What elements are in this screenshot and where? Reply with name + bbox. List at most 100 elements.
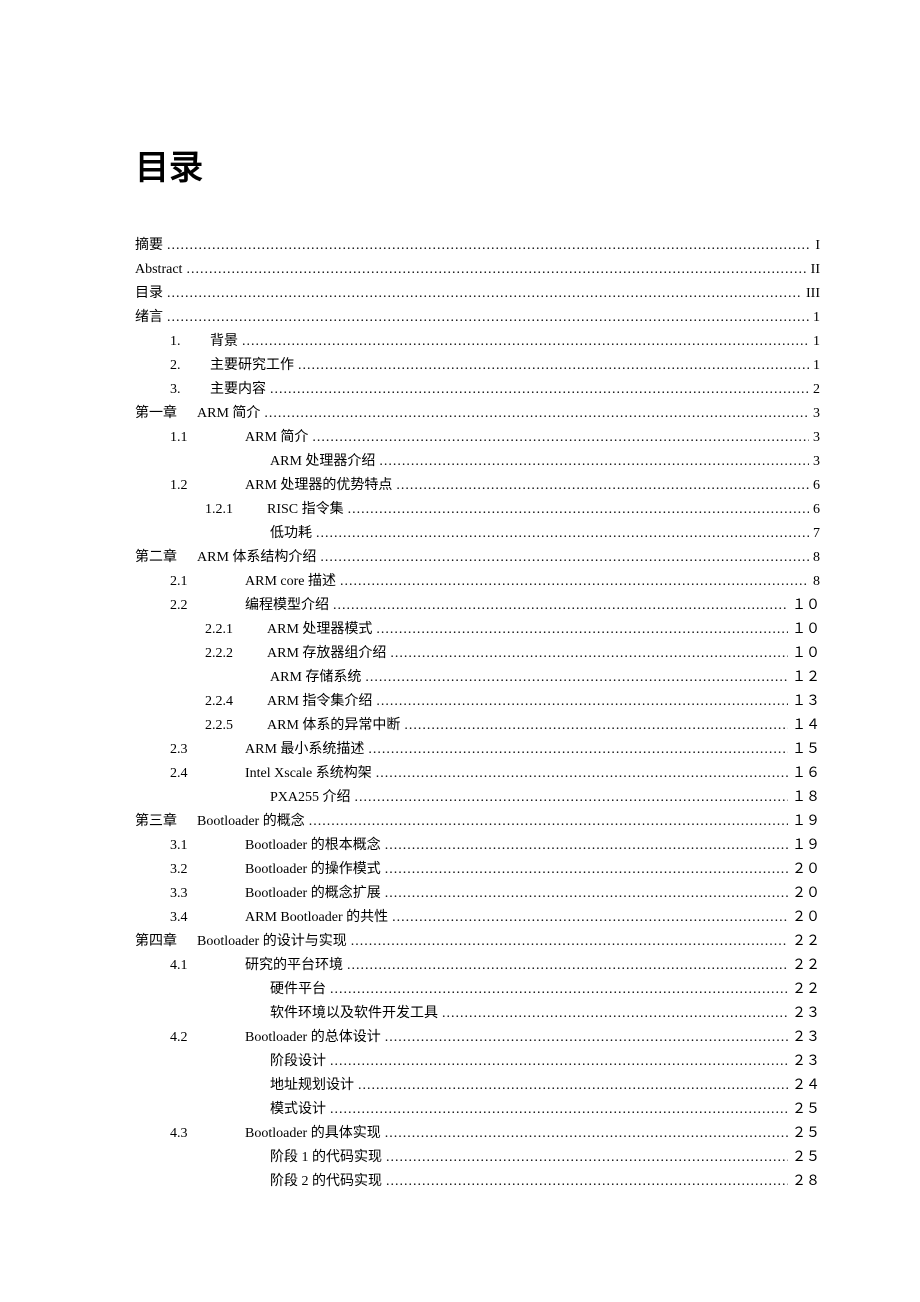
toc-leader-dots: [312, 426, 809, 450]
toc-number: 2.2: [170, 594, 245, 618]
toc-text: 摘要: [135, 238, 163, 253]
toc-entry: 2.2.4ARM 指令集介绍１３: [135, 690, 820, 714]
toc-leader-dots: [298, 354, 809, 378]
toc-number: 第二章: [135, 546, 197, 570]
toc-text: 研究的平台环境: [245, 958, 343, 973]
toc-text: 目录: [135, 286, 163, 301]
toc-entry: Abstract II: [135, 258, 820, 282]
toc-label: 软件环境以及软件开发工具: [270, 1002, 442, 1026]
toc-page-number: 7: [809, 522, 820, 546]
toc-label: 3.2Bootloader 的操作模式: [170, 858, 385, 882]
toc-page-number: I: [811, 234, 820, 258]
toc-entry: 3.2Bootloader 的操作模式 ２０: [135, 858, 820, 882]
toc-number: 3.3: [170, 882, 245, 906]
toc-entry: 第二章ARM 体系结构介绍 8: [135, 546, 820, 570]
toc-page-number: 8: [809, 546, 820, 570]
toc-entry: 4.2Bootloader 的总体设计２３: [135, 1026, 820, 1050]
toc-label: 1.背景: [170, 330, 242, 354]
toc-page-number: II: [807, 258, 820, 282]
toc-leader-dots: [270, 378, 809, 402]
toc-entry: 4.1研究的平台环境２２: [135, 954, 820, 978]
toc-label: 2.2.2ARM 存放器组介绍: [205, 642, 390, 666]
toc-entry: 阶段设计２３: [135, 1050, 820, 1074]
toc-number: 4.1: [170, 954, 245, 978]
toc-leader-dots: [376, 762, 788, 786]
toc-label: 1.2.1RISC 指令集: [205, 498, 348, 522]
toc-page-number: １３: [788, 690, 820, 714]
toc-text: ARM 最小系统描述: [245, 742, 364, 757]
toc-number: 2.1: [170, 570, 245, 594]
toc-text: 编程模型介绍: [245, 598, 329, 613]
toc-entry: 2.2编程模型介绍１０: [135, 594, 820, 618]
toc-label: 硬件平台: [270, 978, 330, 1002]
toc-number: 2.2.2: [205, 642, 267, 666]
toc-leader-dots: [167, 306, 809, 330]
toc-page-number: 8: [809, 570, 820, 594]
toc-entry: 1.2ARM 处理器的优势特点 6: [135, 474, 820, 498]
toc-entry: 地址规划设计２４: [135, 1074, 820, 1098]
toc-label: 2.3ARM 最小系统描述: [170, 738, 368, 762]
toc-page-number: ２５: [788, 1122, 820, 1146]
toc-entry: 阶段 1 的代码实现２５: [135, 1146, 820, 1170]
toc-leader-dots: [355, 786, 788, 810]
toc-text: 阶段 1 的代码实现: [270, 1150, 382, 1165]
toc-number: 3.4: [170, 906, 245, 930]
toc-number: 2.2.4: [205, 690, 267, 714]
toc-label: 第二章ARM 体系结构介绍: [135, 546, 320, 570]
toc-leader-dots: [385, 882, 788, 906]
toc-text: ARM 简介: [197, 406, 260, 421]
toc-leader-dots: [167, 282, 802, 306]
toc-page-number: ２０: [788, 858, 820, 882]
toc-leader-dots: [320, 546, 809, 570]
page-title: 目录: [135, 140, 820, 189]
toc-number: 第三章: [135, 810, 197, 834]
toc-label: 2.1ARM core 描述: [170, 570, 340, 594]
toc-number: 1.2.1: [205, 498, 267, 522]
toc-page-number: １５: [788, 738, 820, 762]
toc-number: 4.3: [170, 1122, 245, 1146]
toc-entry: 摘要 I: [135, 234, 820, 258]
toc-text: Bootloader 的概念扩展: [245, 886, 381, 901]
toc-page-number: １０: [788, 642, 820, 666]
toc-leader-dots: [376, 690, 788, 714]
toc-label: 阶段 2 的代码实现: [270, 1170, 386, 1194]
toc-label: Abstract: [135, 258, 186, 282]
toc-leader-dots: [404, 714, 788, 738]
toc-page-number: １８: [788, 786, 820, 810]
toc-page-number: １９: [788, 810, 820, 834]
toc-number: 1.1: [170, 426, 245, 450]
toc-entry: 目录III: [135, 282, 820, 306]
toc-text: ARM 处理器介绍: [270, 454, 375, 469]
toc-entry: 绪言1: [135, 306, 820, 330]
toc-entry: 阶段 2 的代码实现２８: [135, 1170, 820, 1194]
toc-entry: 3.4ARM Bootloader 的共性２０: [135, 906, 820, 930]
toc-page-number: 1: [809, 354, 820, 378]
toc-number: 3.1: [170, 834, 245, 858]
toc-label: 3.主要内容: [170, 378, 270, 402]
toc-text: 地址规划设计: [270, 1078, 354, 1093]
toc-number: 3.2: [170, 858, 245, 882]
toc-label: 绪言: [135, 306, 167, 330]
toc-leader-dots: [385, 1122, 788, 1146]
toc-text: ARM Bootloader 的共性: [245, 910, 388, 925]
toc-text: Bootloader 的操作模式: [245, 862, 381, 877]
toc-label: 2.2.1ARM 处理器模式: [205, 618, 376, 642]
toc-page-number: 6: [809, 498, 820, 522]
toc-page-number: ２２: [788, 930, 820, 954]
toc-text: 绪言: [135, 310, 163, 325]
toc-label: 1.2ARM 处理器的优势特点: [170, 474, 396, 498]
toc-label: ARM 处理器介绍: [270, 450, 379, 474]
toc-leader-dots: [167, 234, 811, 258]
toc-leader-dots: [386, 1170, 788, 1194]
toc-entry: ARM 处理器介绍3: [135, 450, 820, 474]
toc-leader-dots: [340, 570, 809, 594]
toc-text: PXA255 介绍: [270, 790, 351, 805]
toc-leader-dots: [330, 978, 788, 1002]
toc-leader-dots: [379, 450, 809, 474]
toc-leader-dots: [316, 522, 809, 546]
toc-leader-dots: [348, 498, 809, 522]
toc-entry: 2.4Intel Xscale 系统构架１６: [135, 762, 820, 786]
toc-entry: 模式设计２５: [135, 1098, 820, 1122]
toc-page-number: 6: [809, 474, 820, 498]
toc-leader-dots: [385, 834, 788, 858]
